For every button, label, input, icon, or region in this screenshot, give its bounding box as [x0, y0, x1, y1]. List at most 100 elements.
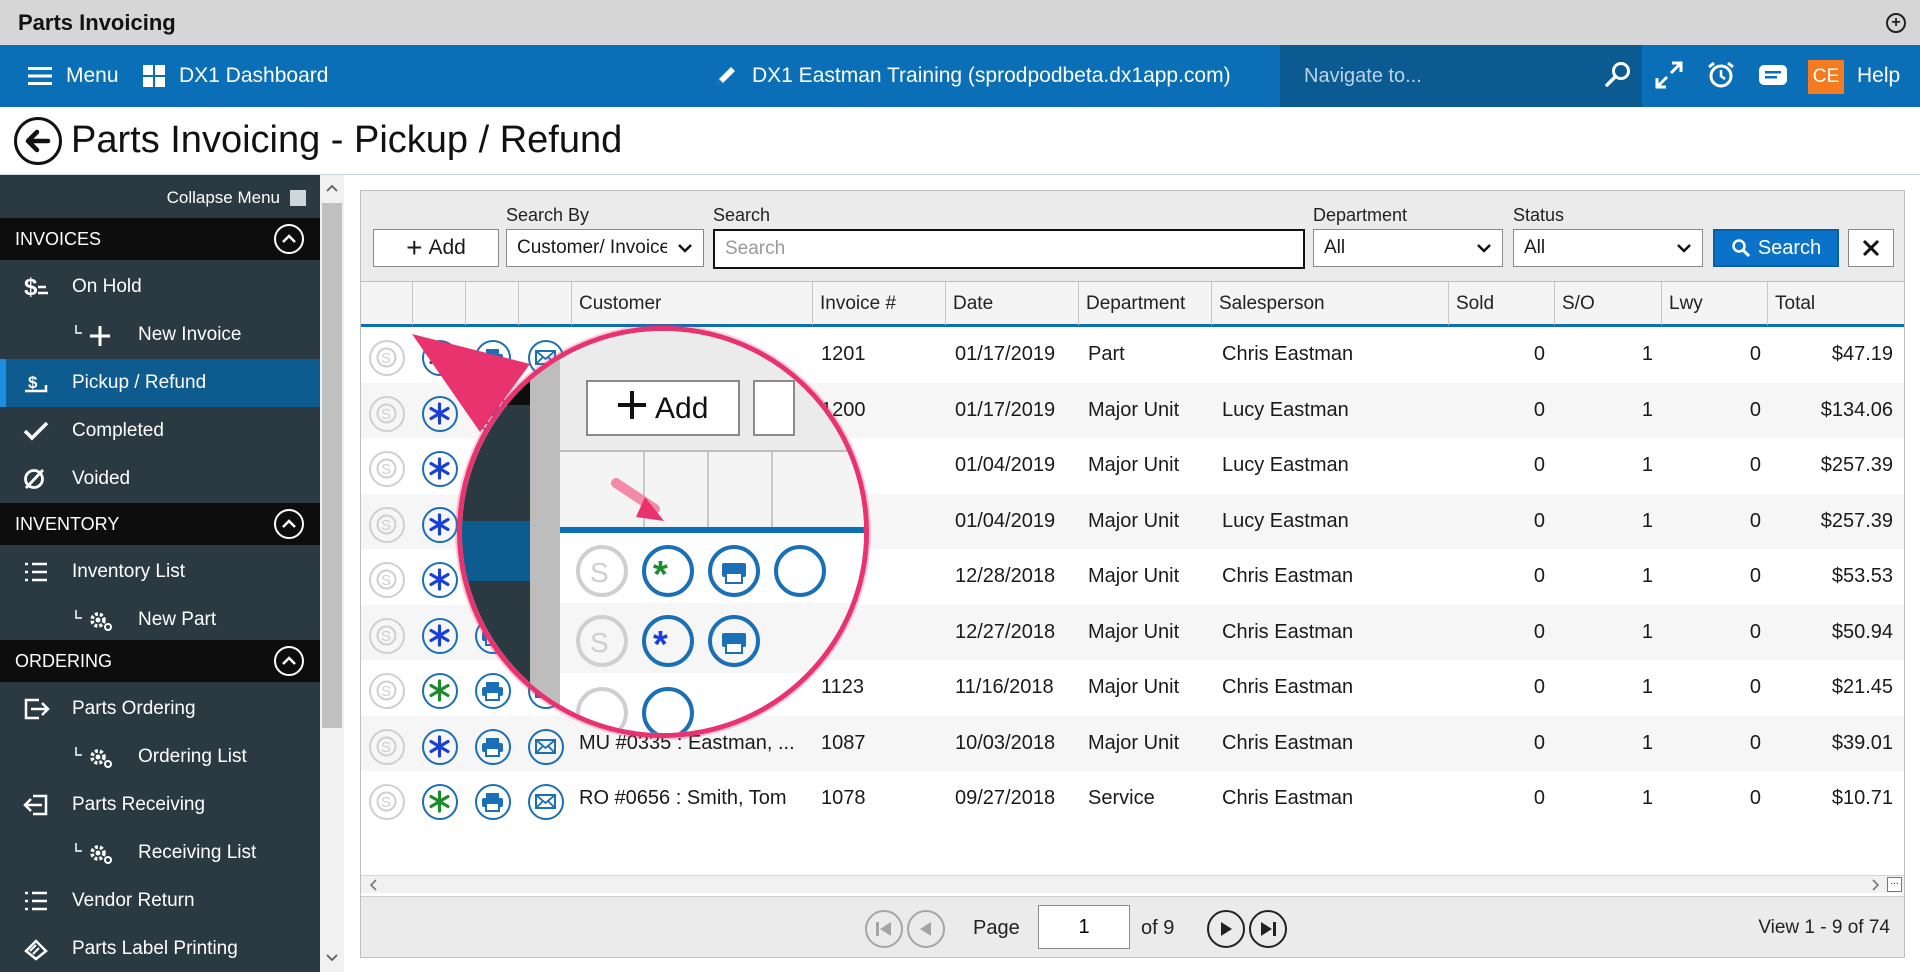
horizontal-scrollbar[interactable]: ...: [361, 875, 1904, 893]
sell-icon[interactable]: S: [369, 451, 405, 487]
status-star-icon[interactable]: [422, 673, 458, 709]
sidebar-item-voided[interactable]: Voided: [0, 455, 320, 503]
sidebar-item-parts-ordering[interactable]: Parts Ordering: [0, 685, 320, 733]
chat-icon[interactable]: [1757, 60, 1789, 90]
sidebar-item-completed[interactable]: Completed: [0, 407, 320, 455]
email-icon[interactable]: [528, 728, 564, 765]
expand-icon[interactable]: [1654, 60, 1684, 90]
column-header-action-3: [466, 282, 519, 325]
account-switcher[interactable]: DX1 Eastman Training (sprodpodbeta.dx1ap…: [714, 45, 1231, 107]
sell-icon[interactable]: S: [369, 562, 405, 598]
scroll-up-icon[interactable]: [325, 181, 339, 195]
column-header-department[interactable]: Department: [1079, 282, 1212, 325]
table-row[interactable]: S RO #0656 : Smith, Tom 1078 09/27/2018 Serv…: [361, 771, 1904, 825]
print-icon[interactable]: [475, 728, 511, 765]
column-header-customer[interactable]: Customer: [572, 282, 813, 325]
sidebar-item-inventory-list[interactable]: Inventory List: [0, 548, 320, 596]
next-page-button[interactable]: [1207, 910, 1245, 948]
sidebar-item-parts-receiving[interactable]: Parts Receiving: [0, 781, 320, 829]
cell-department: Major Unit: [1088, 454, 1180, 476]
search-icon[interactable]: [1604, 61, 1632, 89]
status-star-icon[interactable]: [422, 562, 458, 598]
previous-page-button[interactable]: [907, 910, 945, 948]
column-header-action-2: [413, 282, 466, 325]
column-header-date[interactable]: Date: [946, 282, 1079, 325]
status-select[interactable]: All: [1513, 229, 1703, 267]
alarm-clock-icon[interactable]: [1706, 60, 1736, 90]
page-number-input[interactable]: [1038, 905, 1130, 949]
dashboard-button[interactable]: DX1 Dashboard: [143, 45, 328, 107]
cell-invoice: 1123: [821, 676, 865, 698]
print-icon[interactable]: [475, 784, 511, 820]
add-button[interactable]: + Add: [373, 229, 499, 267]
chevron-down-icon: [678, 244, 692, 253]
column-header-total[interactable]: Total: [1768, 282, 1904, 325]
search-input[interactable]: [713, 229, 1305, 269]
column-header-sold[interactable]: Sold: [1449, 282, 1555, 325]
back-button[interactable]: [14, 117, 62, 165]
sidebar-item-new-invoice[interactable]: New Invoice: [0, 311, 320, 359]
add-window-icon[interactable]: +: [1886, 13, 1906, 33]
sidebar-item-on-hold[interactable]: $ On Hold: [0, 263, 320, 311]
sidebar-item-parts-label-printing[interactable]: Parts Label Printing: [0, 925, 320, 972]
gear-icon: [75, 610, 112, 631]
sidebar-item-vendor-return[interactable]: Vendor Return: [0, 877, 320, 925]
search-button[interactable]: Search: [1713, 229, 1839, 267]
navigate-input[interactable]: [1280, 45, 1580, 107]
column-header-invoice[interactable]: Invoice #: [813, 282, 946, 325]
sell-icon[interactable]: S: [369, 728, 405, 765]
cell-total: $134.06: [1820, 398, 1893, 421]
status-star-icon[interactable]: [422, 617, 458, 654]
zoom-magnifier: Add S * S *: [457, 326, 869, 738]
cell-so: 1: [1641, 398, 1653, 421]
collapse-menu-button[interactable]: Collapse Menu: [167, 187, 306, 209]
scroll-left-icon[interactable]: [367, 878, 379, 892]
search-by-select[interactable]: Customer/ Invoice: [506, 229, 704, 267]
sidebar-item-receiving-list[interactable]: Receiving List: [0, 829, 320, 877]
sidebar-item-label: Completed: [72, 420, 164, 441]
chevron-up-icon[interactable]: [274, 224, 304, 254]
sell-icon[interactable]: S: [369, 506, 405, 543]
sidebar-scroll-thumb[interactable]: [322, 203, 342, 728]
section-invoices[interactable]: INVOICES: [0, 218, 320, 260]
status-star-icon[interactable]: [422, 784, 458, 820]
sell-icon[interactable]: S: [369, 617, 405, 654]
status-star-icon[interactable]: [422, 506, 458, 543]
svg-text:S: S: [381, 517, 391, 534]
scroll-right-icon[interactable]: [1870, 878, 1882, 892]
dashboard-label: DX1 Dashboard: [179, 64, 329, 87]
help-link[interactable]: Help: [1857, 45, 1900, 107]
sidebar-item-pickup-refund[interactable]: $ Pickup / Refund: [0, 359, 320, 407]
status-star-icon[interactable]: [422, 728, 458, 765]
sidebar-item-ordering-list[interactable]: Ordering List: [0, 733, 320, 781]
first-page-button[interactable]: [865, 910, 903, 948]
search-by-label: Search By: [506, 205, 590, 225]
import-icon: [23, 794, 48, 816]
column-header-action-1: [361, 282, 413, 325]
email-icon[interactable]: [528, 784, 564, 820]
column-chooser-icon[interactable]: ...: [1887, 877, 1902, 892]
chevron-up-icon[interactable]: [274, 509, 304, 539]
cell-total: $39.01: [1831, 731, 1893, 754]
sell-icon[interactable]: S: [369, 673, 405, 709]
section-inventory[interactable]: INVENTORY: [0, 503, 320, 545]
chevron-up-icon[interactable]: [274, 646, 304, 676]
column-header-lwy[interactable]: Lwy: [1662, 282, 1768, 325]
section-ordering[interactable]: ORDERING: [0, 640, 320, 682]
cell-date: 12/28/2018: [955, 565, 1056, 587]
sidebar-scrollbar[interactable]: [320, 175, 344, 972]
column-header-salesperson[interactable]: Salesperson: [1212, 282, 1449, 325]
cell-date: 09/27/2018: [955, 787, 1056, 809]
clear-filters-button[interactable]: [1848, 229, 1894, 267]
department-select[interactable]: All: [1313, 229, 1503, 267]
scroll-down-icon[interactable]: [325, 951, 339, 965]
last-page-button[interactable]: [1249, 910, 1287, 948]
menu-button[interactable]: Menu: [28, 45, 119, 107]
column-header-so[interactable]: S/O: [1555, 282, 1662, 325]
user-avatar[interactable]: CE: [1808, 60, 1844, 94]
search-by-value: Customer/ Invoice: [517, 237, 667, 258]
status-star-icon[interactable]: [422, 451, 458, 487]
sidebar-item-new-part[interactable]: New Part: [0, 596, 320, 644]
print-icon[interactable]: [475, 673, 511, 709]
sell-icon[interactable]: S: [369, 784, 405, 820]
